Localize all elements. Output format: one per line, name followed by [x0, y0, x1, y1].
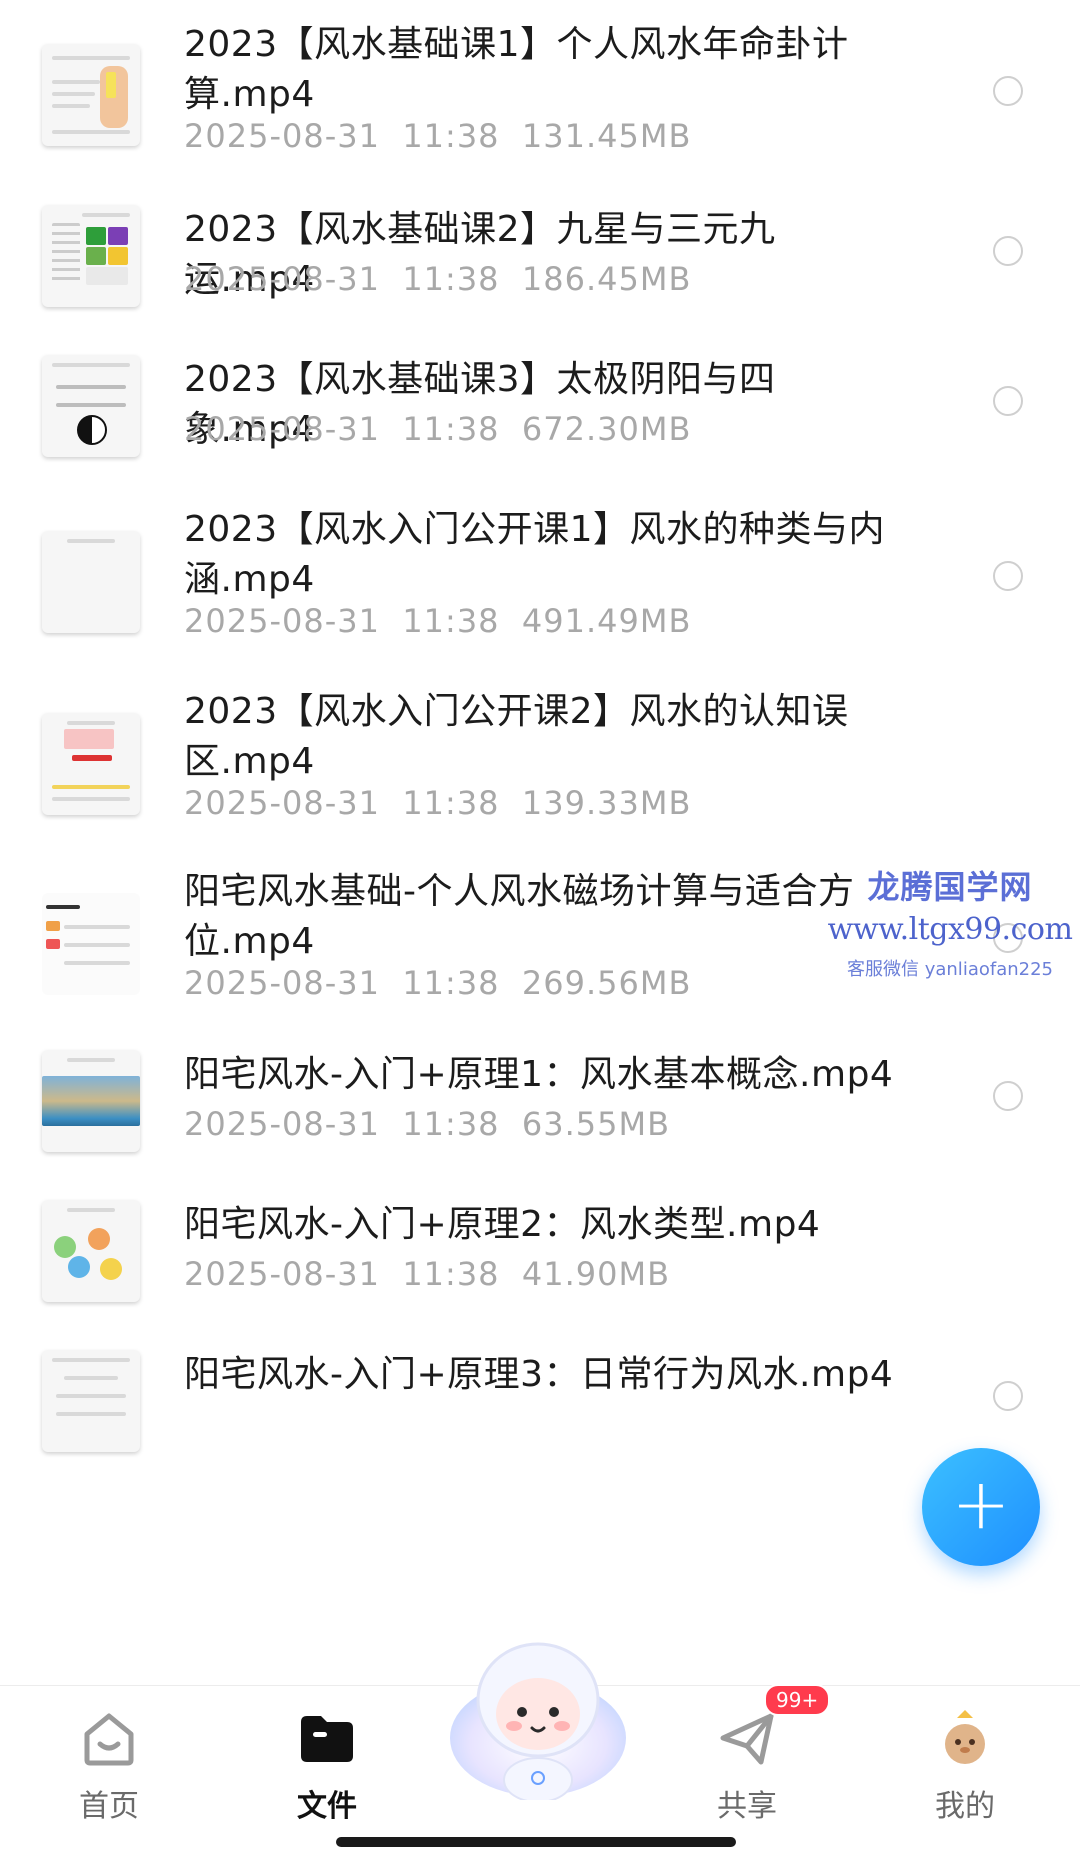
file-size: 491.49MB	[521, 602, 692, 640]
nav-home-label: 首页	[79, 1789, 139, 1824]
file-time: 11:38	[402, 260, 500, 298]
file-row[interactable]: 2023【风水基础课2】九星与三元九运.mp4 2025-08-31 11:38…	[0, 205, 1080, 375]
file-date: 2025-08-31	[184, 410, 380, 448]
select-radio[interactable]	[993, 561, 1023, 591]
home-indicator	[336, 1837, 736, 1847]
file-meta: 2025-08-31 11:38 269.56MB	[184, 963, 691, 1003]
file-meta: 2025-08-31 11:38 41.90MB	[184, 1254, 670, 1294]
file-size: 139.33MB	[521, 784, 692, 822]
profile-icon	[945, 1710, 985, 1764]
file-date: 2025-08-31	[184, 260, 380, 298]
watermark: 龙腾国学网 www.ltgx99.com 客服微信 yanliaofan225	[820, 862, 1080, 981]
file-date: 2025-08-31	[184, 964, 380, 1002]
file-name: 阳宅风水-入门+原理1：风水基本概念.mp4	[184, 1054, 894, 1095]
video-thumbnail	[42, 355, 140, 457]
file-size: 186.45MB	[521, 260, 692, 298]
mascot-icon[interactable]	[442, 1630, 634, 1800]
file-time: 11:38	[402, 1255, 500, 1293]
file-meta: 2025-08-31 11:38 491.49MB	[184, 601, 691, 641]
nav-profile[interactable]: 我的	[890, 1686, 1040, 1836]
file-time: 11:38	[402, 964, 500, 1002]
video-thumbnail	[42, 205, 140, 307]
video-thumbnail	[42, 1050, 140, 1152]
file-name: 2023【风水入门公开课1】风水的种类与内涵.mp4	[184, 509, 886, 600]
home-icon	[84, 1713, 134, 1766]
add-button[interactable]: +	[922, 1448, 1040, 1566]
nav-files-label: 文件	[297, 1789, 357, 1824]
file-size: 672.30MB	[521, 410, 692, 448]
file-row[interactable]: 阳宅风水-入门+原理1：风水基本概念.mp4 2025-08-31 11:38 …	[0, 1050, 1080, 1220]
file-meta: 2025-08-31 11:38 63.55MB	[184, 1104, 670, 1144]
file-row[interactable]: 2023【风水基础课3】太极阴阳与四象.mp4 2025-08-31 11:38…	[0, 355, 1080, 525]
video-thumbnail	[42, 713, 140, 815]
file-name: 阳宅风水-入门+原理3：日常行为风水.mp4	[184, 1354, 894, 1395]
share-icon	[720, 1713, 774, 1765]
file-name: 阳宅风水基础-个人风水磁场计算与适合方位.mp4	[184, 871, 855, 962]
file-date: 2025-08-31	[184, 117, 380, 155]
select-radio[interactable]	[993, 1081, 1023, 1111]
video-thumbnail	[42, 531, 140, 633]
file-meta: 2025-08-31 11:38 139.33MB	[184, 783, 691, 823]
file-date: 2025-08-31	[184, 1255, 380, 1293]
file-time: 11:38	[402, 602, 500, 640]
file-time: 11:38	[402, 117, 500, 155]
select-radio[interactable]	[993, 236, 1023, 266]
folder-icon	[301, 1716, 353, 1762]
file-meta: 2025-08-31 11:38 672.30MB	[184, 409, 691, 449]
file-size: 63.55MB	[521, 1105, 671, 1143]
watermark-url: www.ltgx99.com	[827, 912, 1073, 947]
file-list: 2023【风水基础课1】个人风水年命卦计算.mp4 2025-08-31 11:…	[0, 0, 1080, 1685]
video-thumbnail	[42, 44, 140, 146]
file-time: 11:38	[402, 784, 500, 822]
file-meta: 2025-08-31 11:38 186.45MB	[184, 259, 691, 299]
select-radio[interactable]	[993, 386, 1023, 416]
nav-home[interactable]: 首页	[34, 1686, 184, 1836]
select-radio[interactable]	[993, 76, 1023, 106]
select-radio[interactable]	[993, 1381, 1023, 1411]
file-row[interactable]: 2023【风水基础课1】个人风水年命卦计算.mp4 2025-08-31 11:…	[0, 20, 1080, 190]
file-name: 2023【风水基础课1】个人风水年命卦计算.mp4	[184, 24, 849, 115]
nav-files[interactable]: 文件	[252, 1686, 402, 1836]
nav-share-label: 共享	[717, 1789, 777, 1824]
file-row[interactable]: 2023【风水入门公开课2】风水的认知误区.mp4 2025-08-31 11:…	[0, 687, 1080, 857]
file-row[interactable]: 阳宅风水-入门+原理2：风水类型.mp4 2025-08-31 11:38 41…	[0, 1200, 1080, 1370]
nav-share[interactable]: 99+ 共享	[672, 1684, 831, 1836]
file-date: 2025-08-31	[184, 602, 380, 640]
file-date: 2025-08-31	[184, 784, 380, 822]
nav-profile-label: 我的	[935, 1789, 995, 1824]
file-row[interactable]: 2023【风水入门公开课1】风水的种类与内涵.mp4 2025-08-31 11…	[0, 505, 1080, 675]
video-thumbnail	[42, 1200, 140, 1302]
file-name: 2023【风水入门公开课2】风水的认知误区.mp4	[184, 691, 849, 782]
share-badge: 99+	[764, 1684, 831, 1716]
file-size: 41.90MB	[521, 1255, 671, 1293]
video-thumbnail	[42, 893, 140, 995]
plus-icon: +	[951, 1463, 1011, 1545]
file-time: 11:38	[402, 410, 500, 448]
file-size: 269.56MB	[521, 964, 692, 1002]
watermark-contact: 客服微信 yanliaofan225	[847, 959, 1053, 980]
file-size: 131.45MB	[521, 117, 692, 155]
video-thumbnail	[42, 1350, 140, 1452]
file-date: 2025-08-31	[184, 1105, 380, 1143]
file-meta: 2025-08-31 11:38 131.45MB	[184, 116, 691, 156]
watermark-title: 龙腾国学网	[867, 868, 1033, 906]
file-time: 11:38	[402, 1105, 500, 1143]
file-name: 阳宅风水-入门+原理2：风水类型.mp4	[184, 1204, 821, 1245]
file-row[interactable]: 阳宅风水-入门+原理3：日常行为风水.mp4	[0, 1350, 1080, 1520]
